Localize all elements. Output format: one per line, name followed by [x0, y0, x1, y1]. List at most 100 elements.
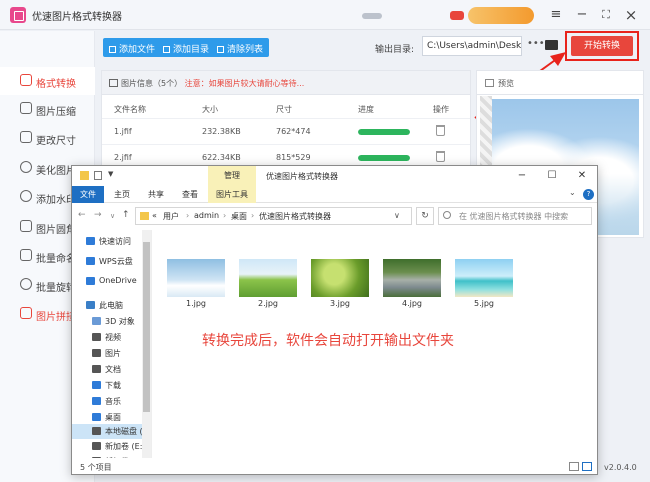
thumbnail-image: [167, 259, 225, 297]
scrollbar-thumb[interactable]: [143, 242, 150, 412]
col-progress-header: 进度: [358, 105, 374, 114]
forward-arrow-icon[interactable]: →: [94, 210, 102, 220]
thumbnail-image: [239, 259, 297, 297]
tab-manage[interactable]: 管理: [208, 166, 256, 186]
properties-icon[interactable]: [94, 171, 102, 180]
file-info-bar: 图片信息（5个） 注意：如果图片较大请耐心等待...: [102, 71, 470, 95]
app-titlebar: 优速图片格式转换器 ≡ − ⛶ ×: [0, 0, 650, 30]
titlebar-ad-red[interactable]: [450, 11, 464, 20]
explorer-maximize-button[interactable]: ☐: [538, 167, 566, 185]
nav-item[interactable]: 视频: [72, 330, 151, 345]
titlebar-promo-button[interactable]: [468, 7, 534, 24]
sidebar-item-label: 添加水印: [36, 195, 76, 206]
tab-picture-tools[interactable]: 图片工具: [208, 186, 256, 203]
nav-item[interactable]: 快速访问: [72, 234, 151, 249]
rotate-icon: [20, 278, 32, 290]
clear-list-button[interactable]: 清除列表: [217, 42, 263, 55]
refresh-icon[interactable]: ↻: [416, 207, 434, 225]
sidebar-item-resize[interactable]: 更改尺寸: [0, 124, 95, 152]
sidebar-item-label: 格式转换: [36, 79, 76, 90]
help-icon[interactable]: ?: [583, 189, 594, 200]
thumbnail-image: [311, 259, 369, 297]
file-thumbnail[interactable]: 5.jpg: [455, 259, 513, 308]
address-dropdown-icon[interactable]: ∨: [394, 211, 400, 220]
add-file-icon: [109, 46, 116, 53]
file-name: 1.jpg: [185, 299, 206, 308]
breadcrumb-users[interactable]: 用户: [163, 211, 179, 222]
thumbnail-image: [383, 259, 441, 297]
nav-item[interactable]: 音乐: [72, 394, 151, 409]
nav-item[interactable]: 图片: [72, 346, 151, 361]
sidebar-item-label: 更改尺寸: [36, 136, 76, 147]
nav-item-label: 音乐: [105, 397, 121, 406]
breadcrumb-overflow[interactable]: «: [152, 211, 157, 220]
tab-file[interactable]: 文件: [72, 186, 104, 203]
table-row[interactable]: 1.jfif 232.38KB 762*474: [102, 118, 470, 144]
nav-item-icon: [92, 413, 101, 421]
titlebar-ad-gray[interactable]: [362, 13, 382, 19]
sidebar-item-format-convert[interactable]: 格式转换: [0, 67, 95, 95]
nav-item[interactable]: OneDrive: [72, 274, 151, 289]
file-thumbnail[interactable]: 2.jpg: [239, 259, 297, 308]
file-thumbnail[interactable]: 4.jpg: [383, 259, 441, 308]
details-view-icon[interactable]: [569, 462, 579, 471]
nav-item[interactable]: 桌面: [72, 410, 151, 425]
nav-item-label: 视频: [105, 333, 121, 342]
stitch-icon: [20, 307, 32, 319]
maximize-button[interactable]: ⛶: [596, 5, 616, 25]
nav-item-label: 快速访问: [99, 237, 131, 246]
nav-item-icon: [86, 277, 95, 285]
explorer-close-button[interactable]: ✕: [568, 167, 596, 185]
file-dimension: 762*474: [276, 127, 311, 136]
explorer-minimize-button[interactable]: −: [508, 167, 536, 185]
nav-scrollbar[interactable]: [142, 230, 151, 458]
col-action-header: 操作: [433, 105, 449, 114]
item-count: 5 个项目: [80, 463, 112, 472]
start-convert-button[interactable]: 开始转换: [571, 36, 633, 56]
add-folder-button[interactable]: 添加目录: [163, 42, 209, 55]
breadcrumb-current[interactable]: 优速图片格式转换器: [259, 211, 331, 222]
add-file-label: 添加文件: [119, 45, 156, 55]
tab-share[interactable]: 共享: [142, 186, 170, 203]
image-icon: [109, 79, 118, 87]
nav-item[interactable]: 本地磁盘 (C: [72, 424, 151, 439]
file-info-text: 图片信息（5个） 注意：如果图片较大请耐心等待...: [121, 78, 304, 89]
up-arrow-icon[interactable]: ↑: [122, 210, 130, 220]
add-file-button[interactable]: 添加文件: [109, 42, 155, 55]
nav-item[interactable]: 文档: [72, 362, 151, 377]
wait-warning: 注意：如果图片较大请耐心等待...: [184, 79, 305, 88]
explorer-titlebar: ▼ 管理 优速图片格式转换器 − ☐ ✕: [72, 166, 597, 186]
delete-icon[interactable]: [436, 151, 445, 162]
nav-item[interactable]: 新加卷 (F:): [72, 454, 151, 458]
quick-access-dropdown-icon[interactable]: ▼: [108, 170, 113, 178]
nav-item[interactable]: 下载: [72, 378, 151, 393]
explorer-window: ▼ 管理 优速图片格式转换器 − ☐ ✕ 文件 主页 共享 查看 图片工具 ⌄ …: [71, 165, 598, 475]
nav-item[interactable]: 此电脑: [72, 298, 151, 313]
breadcrumb-admin[interactable]: admin: [194, 211, 219, 220]
minimize-button[interactable]: −: [572, 5, 592, 25]
file-thumbnail[interactable]: 3.jpg: [311, 259, 369, 308]
recent-dropdown-icon[interactable]: ∨: [110, 212, 115, 220]
delete-icon[interactable]: [436, 125, 445, 136]
nav-item-label: 3D 对象: [105, 317, 135, 326]
nav-item[interactable]: WPS云盘: [72, 254, 151, 269]
back-arrow-icon[interactable]: ←: [78, 210, 86, 220]
sidebar-item-label: 批量旋转: [36, 283, 76, 294]
nav-item[interactable]: 新加卷 (E:): [72, 439, 151, 454]
search-input[interactable]: 在 优速图片格式转换器 中搜索: [438, 207, 592, 225]
chevron-down-icon[interactable]: ⌄: [569, 188, 576, 197]
nav-item-label: 文档: [105, 365, 121, 374]
app-logo-icon: [10, 7, 26, 23]
address-bar[interactable]: « 用户 › admin › 桌面 › 优速图片格式转换器 ∨: [135, 207, 412, 225]
thumbnail-view-icon[interactable]: [582, 462, 592, 471]
close-button[interactable]: ×: [621, 5, 641, 25]
tab-home[interactable]: 主页: [108, 186, 136, 203]
breadcrumb-desktop[interactable]: 桌面: [231, 211, 247, 222]
menu-icon[interactable]: ≡: [546, 5, 566, 25]
breadcrumb-separator: ›: [223, 211, 227, 220]
file-thumbnail[interactable]: 1.jpg: [167, 259, 225, 308]
sidebar-item-label: 图片拼接: [36, 312, 76, 323]
sidebar-item-compress[interactable]: 图片压缩: [0, 95, 95, 123]
tab-view[interactable]: 查看: [176, 186, 204, 203]
nav-item[interactable]: 3D 对象: [72, 314, 151, 329]
